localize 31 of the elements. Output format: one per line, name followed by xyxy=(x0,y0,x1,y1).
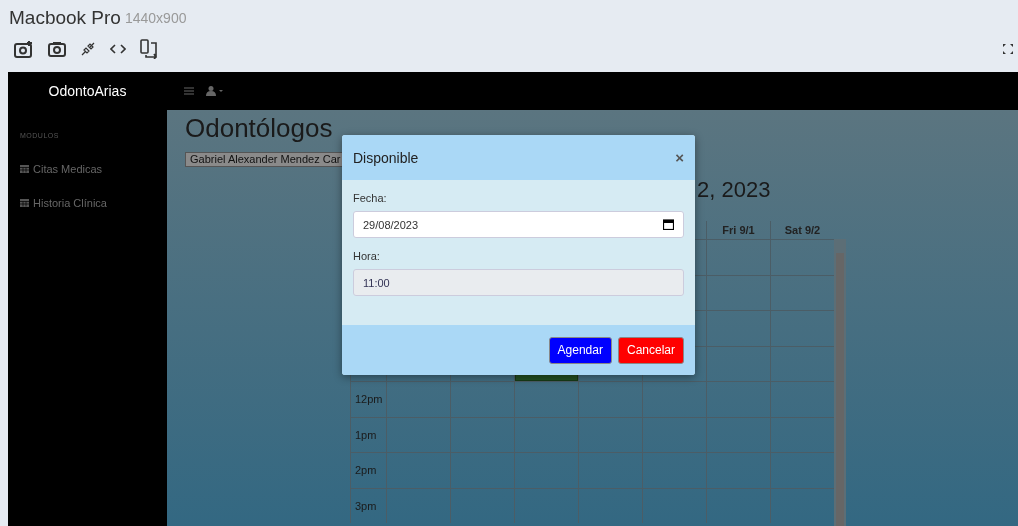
day-header: Fri 9/1 xyxy=(706,221,770,239)
day-header: Sat 9/2 xyxy=(770,221,834,239)
hour-label: 2pm xyxy=(355,464,377,477)
fullscreen-icon[interactable] xyxy=(1002,43,1014,55)
hour-label: 3pm xyxy=(355,499,377,512)
calendar-icon xyxy=(20,198,29,207)
page-title: Odontólogos xyxy=(185,113,334,143)
calendar-icon[interactable] xyxy=(663,219,674,230)
field-label: Hora: xyxy=(353,250,381,262)
camera-icon[interactable] xyxy=(48,41,66,57)
camera-icon[interactable] xyxy=(14,40,34,58)
device-resolution: 1440x900 xyxy=(124,10,187,26)
user-icon[interactable] xyxy=(206,86,224,96)
hour-label: 1pm xyxy=(355,428,377,441)
modal-title: Disponible xyxy=(353,149,419,166)
plug-icon[interactable] xyxy=(80,41,96,57)
device-name: Macbook Pro xyxy=(9,7,121,29)
calendar-icon xyxy=(20,164,29,173)
schedule-button[interactable]: Agendar xyxy=(548,336,612,364)
field-label: Fecha: xyxy=(353,192,388,204)
date-field[interactable]: 29/08/2023 xyxy=(353,211,684,238)
close-button[interactable]: × xyxy=(675,149,684,166)
cancel-button[interactable]: Cancelar xyxy=(617,336,684,364)
scrollbar[interactable] xyxy=(834,239,846,526)
code-icon[interactable] xyxy=(110,43,126,55)
rotate-device-icon[interactable] xyxy=(140,39,158,59)
calendar-title: 2, 2023 xyxy=(697,176,771,204)
sidebar-item[interactable]: Historia Clínica xyxy=(8,197,167,231)
sidebar-item[interactable]: Citas Medicas xyxy=(8,163,167,197)
hour-label: 12pm xyxy=(355,393,383,406)
brand-name[interactable]: OdontoArias xyxy=(8,83,167,99)
